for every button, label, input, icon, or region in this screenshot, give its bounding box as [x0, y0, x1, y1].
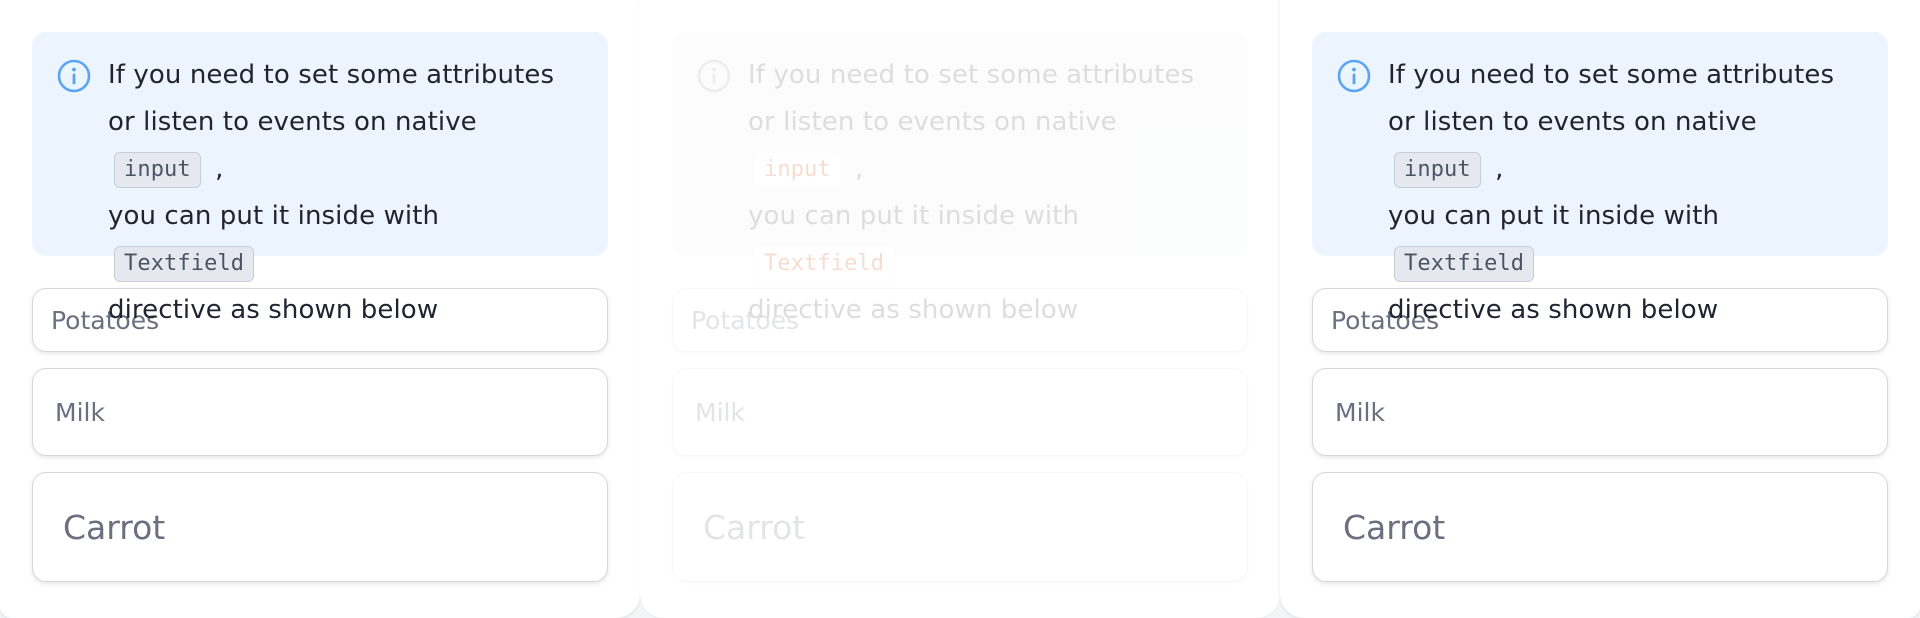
textfield-medium[interactable]: [32, 368, 608, 456]
info-text: If you need to set some attributes or li…: [1388, 52, 1860, 334]
textfield-large[interactable]: [32, 472, 608, 582]
info-text-part: you can put it inside with: [1388, 201, 1720, 231]
info-text-part: If you need to set some attributes or li…: [748, 60, 1195, 137]
code-chip-textfield: Textfield: [114, 246, 255, 282]
info-circle-icon: [57, 59, 91, 93]
info-text: If you need to set some attributes or li…: [108, 52, 580, 334]
info-notification: If you need to set some attributes or li…: [32, 32, 608, 325]
info-text-part: directive as shown below: [748, 295, 1079, 325]
info-text: If you need to set some attributes or li…: [748, 52, 1220, 334]
demo-stage: If you need to set some attributes or li…: [0, 0, 1920, 618]
panel-content: If you need to set some attributes or li…: [1312, 32, 1888, 582]
textfield-large[interactable]: [672, 472, 1248, 582]
textfield-medium[interactable]: [672, 368, 1248, 456]
demo-panel-faded: If you need to set some attributes or li…: [640, 0, 1280, 618]
textfield-large[interactable]: [1312, 472, 1888, 582]
demo-panel-light-right: If you need to set some attributes or li…: [1280, 0, 1920, 618]
code-chip-input: input: [114, 152, 201, 188]
code-chip-input: input: [754, 152, 841, 188]
code-chip-textfield: Textfield: [754, 246, 895, 282]
info-circle-icon: [697, 59, 731, 93]
info-text-part: directive as shown below: [108, 295, 439, 325]
code-chip-textfield: Textfield: [1394, 246, 1535, 282]
info-notification: If you need to set some attributes or li…: [1312, 32, 1888, 325]
info-text-comma: ,: [1486, 154, 1504, 184]
code-chip-input: input: [1394, 152, 1481, 188]
textfield-medium[interactable]: [1312, 368, 1888, 456]
info-circle-icon: [1337, 59, 1371, 93]
info-text-comma: ,: [846, 154, 864, 184]
info-text-part: If you need to set some attributes or li…: [1388, 60, 1835, 137]
info-text-comma: ,: [206, 154, 224, 184]
info-text-part: you can put it inside with: [108, 201, 440, 231]
info-text-part: directive as shown below: [1388, 295, 1719, 325]
info-text-part: you can put it inside with: [748, 201, 1080, 231]
panel-content: If you need to set some attributes or li…: [672, 32, 1248, 582]
info-text-part: If you need to set some attributes or li…: [108, 60, 555, 137]
panel-content: If you need to set some attributes or li…: [32, 32, 608, 582]
demo-panel-light: If you need to set some attributes or li…: [0, 0, 640, 618]
info-notification: If you need to set some attributes or li…: [672, 32, 1248, 325]
